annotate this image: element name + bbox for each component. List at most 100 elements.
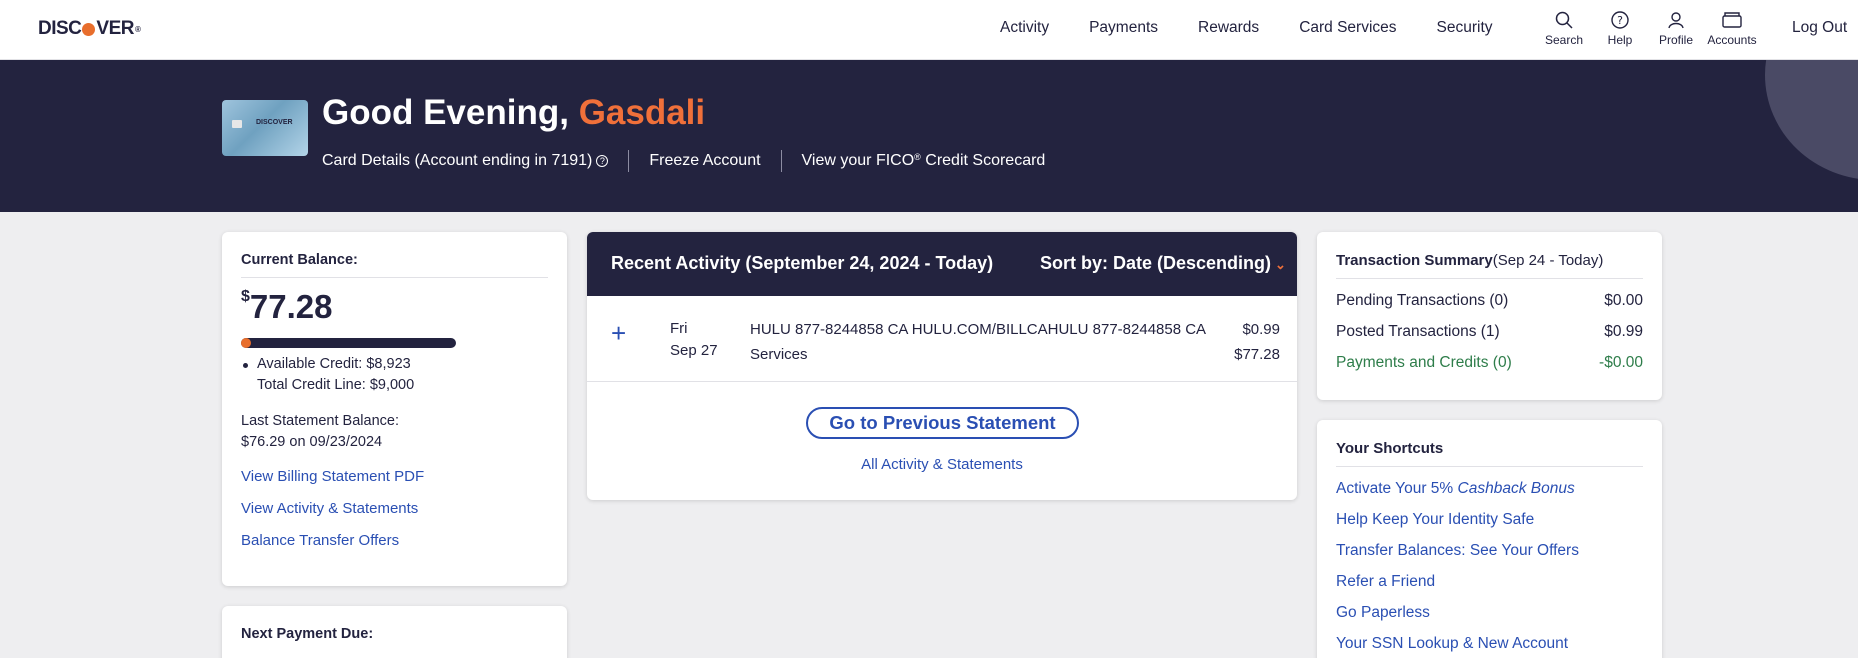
- all-activity-link[interactable]: All Activity & Statements: [861, 456, 1023, 473]
- recent-activity-card: Recent Activity (September 24, 2024 - To…: [587, 232, 1297, 500]
- payments-label: Payments and Credits (0): [1336, 354, 1512, 371]
- discover-logo[interactable]: DISC VER ®: [38, 18, 141, 40]
- sort-label: Sort by: Date (Descending): [1040, 253, 1272, 273]
- card-chip: [232, 120, 242, 128]
- nav-accounts-button[interactable]: Accounts: [1704, 10, 1760, 47]
- posted-transactions-row: Posted Transactions (1) $0.99: [1336, 323, 1643, 341]
- posted-label: Posted Transactions (1): [1336, 323, 1500, 340]
- expand-icon[interactable]: +: [611, 320, 626, 346]
- view-activity-link[interactable]: View Activity & Statements: [241, 500, 548, 517]
- logo-orange-dot: [82, 22, 96, 36]
- nav-help-button[interactable]: ? Help: [1592, 10, 1648, 47]
- freeze-account-link[interactable]: Freeze Account: [649, 152, 760, 170]
- pending-transactions-row: Pending Transactions (0) $0.00: [1336, 292, 1643, 310]
- search-icon: [1555, 11, 1573, 29]
- help-icon: ?: [1611, 11, 1629, 29]
- main-nav-links: Activity Payments Rewards Card Services …: [1000, 19, 1533, 37]
- transaction-description: HULU 877-8244858 CA HULU.COM/BILLCAHULU …: [750, 321, 1206, 363]
- pending-value: $0.00: [1604, 292, 1643, 309]
- shortcut-refer-friend[interactable]: Refer a Friend: [1336, 573, 1643, 591]
- nav-security[interactable]: Security: [1437, 19, 1493, 37]
- fico-prefix: View your FICO: [801, 152, 915, 169]
- total-credit-line: Total Credit Line: $9,000: [257, 377, 415, 393]
- current-balance-amount: $77.28: [241, 288, 548, 326]
- balance-links: View Billing Statement PDF View Activity…: [241, 468, 548, 549]
- chevron-down-icon: ⌄: [1275, 257, 1286, 272]
- last-statement-value: $76.29 on 09/23/2024: [241, 434, 383, 450]
- nav-search-button[interactable]: Search: [1536, 10, 1592, 47]
- banner-decoration: [1765, 60, 1858, 180]
- registered-mark: ®: [914, 152, 921, 162]
- divider: [628, 150, 630, 172]
- greeting-heading: Good Evening, Gasdali: [322, 93, 705, 133]
- logout-button[interactable]: Log Out: [1792, 19, 1847, 37]
- current-balance-label: Current Balance:: [241, 252, 548, 278]
- last-statement: Last Statement Balance: $76.29 on 09/23/…: [241, 411, 548, 453]
- transaction-date: Fri Sep 27: [670, 318, 718, 362]
- fico-suffix: Credit Scorecard: [925, 152, 1046, 169]
- nav-help-label: Help: [1607, 33, 1633, 47]
- customer-name: Gasdali: [578, 93, 706, 132]
- card-details-label: Card Details (Account ending in 7191): [322, 152, 593, 169]
- nav-icon-group: Search ? Help Profile Accounts: [1536, 10, 1760, 47]
- nav-rewards[interactable]: Rewards: [1198, 19, 1259, 37]
- profile-icon: [1668, 12, 1684, 29]
- nav-payments[interactable]: Payments: [1089, 19, 1158, 37]
- transaction-month-day: Sep 27: [670, 342, 718, 359]
- shortcut-ssn-lookup[interactable]: Your SSN Lookup & New Account: [1336, 635, 1643, 653]
- card-logo-text: DISCOVER: [256, 119, 293, 126]
- current-balance-card: Current Balance: $77.28 Available Credit…: [222, 232, 567, 586]
- nav-profile-label: Profile: [1658, 33, 1693, 47]
- previous-statement-button[interactable]: Go to Previous Statement: [806, 407, 1079, 439]
- next-payment-label: Next Payment Due:: [241, 626, 374, 642]
- top-navigation: DISC VER ® Activity Payments Rewards Card …: [0, 0, 1858, 60]
- transaction-amounts: $0.99 $77.28: [1234, 317, 1280, 367]
- billing-statement-pdf-link[interactable]: View Billing Statement PDF: [241, 468, 548, 485]
- payments-credits-row: Payments and Credits (0) -$0.00: [1336, 354, 1643, 372]
- sort-dropdown[interactable]: Sort by: Date (Descending) ⌄: [1040, 253, 1286, 274]
- summary-title-bold: Transaction Summary: [1336, 252, 1493, 269]
- posted-value: $0.99: [1604, 323, 1643, 340]
- transaction-summary-card: Transaction Summary(Sep 24 - Today) Pend…: [1317, 232, 1662, 400]
- nav-profile-button[interactable]: Profile: [1648, 10, 1704, 47]
- credit-usage-bar: [241, 338, 456, 348]
- pending-label: Pending Transactions (0): [1336, 292, 1509, 309]
- nav-card-services[interactable]: Card Services: [1299, 19, 1396, 37]
- shortcut-cashback-bonus[interactable]: Activate Your 5% Cashback Bonus: [1336, 480, 1643, 498]
- credit-usage-fill: [241, 338, 251, 348]
- transaction-summary-title: Transaction Summary(Sep 24 - Today): [1336, 252, 1643, 279]
- balance-transfer-link[interactable]: Balance Transfer Offers: [241, 532, 548, 549]
- running-balance: $77.28: [1234, 346, 1280, 363]
- recent-activity-title: Recent Activity (September 24, 2024 - To…: [611, 253, 994, 273]
- cashback-prefix: Activate Your 5%: [1336, 480, 1454, 497]
- shortcut-transfer-balances[interactable]: Transfer Balances: See Your Offers: [1336, 542, 1643, 560]
- fico-scorecard-link[interactable]: View your FICO® Credit Scorecard: [802, 152, 1046, 170]
- nav-activity[interactable]: Activity: [1000, 19, 1049, 37]
- payments-value: -$0.00: [1599, 354, 1643, 371]
- banner-links: Card Details (Account ending in 7191)? F…: [322, 150, 1045, 172]
- shortcut-go-paperless[interactable]: Go Paperless: [1336, 604, 1643, 622]
- summary-range: (Sep 24 - Today): [1492, 252, 1604, 269]
- divider: [780, 150, 782, 172]
- last-statement-label: Last Statement Balance:: [241, 413, 399, 429]
- transaction-row[interactable]: + Fri Sep 27 HULU 877-8244858 CA HULU.CO…: [587, 296, 1297, 382]
- all-activity-row: All Activity & Statements: [587, 456, 1297, 473]
- cashback-italic: Cashback Bonus: [1457, 480, 1575, 497]
- available-credit: Available Credit: $8,923: [243, 354, 548, 375]
- card-details-link[interactable]: Card Details (Account ending in 7191)?: [322, 152, 609, 170]
- balance-value: 77.28: [249, 288, 333, 325]
- transaction-day: Fri: [670, 320, 688, 337]
- greeting-text: Good Evening,: [322, 93, 569, 132]
- info-icon[interactable]: ?: [596, 154, 609, 167]
- welcome-banner: DISCOVER Good Evening, Gasdali Card Deta…: [0, 60, 1858, 212]
- credit-info-list: Available Credit: $8,923 Total Credit Li…: [241, 354, 548, 396]
- nav-accounts-label: Accounts: [1707, 33, 1757, 47]
- shortcuts-card: Your Shortcuts Activate Your 5% Cashback…: [1317, 420, 1662, 658]
- shortcuts-title: Your Shortcuts: [1336, 440, 1643, 467]
- shortcut-identity[interactable]: Help Keep Your Identity Safe: [1336, 511, 1643, 529]
- transaction-amount: $0.99: [1242, 321, 1280, 338]
- nav-search-label: Search: [1544, 33, 1584, 47]
- accounts-icon: [1722, 12, 1742, 28]
- svg-text:?: ?: [1617, 14, 1623, 27]
- currency-symbol: $: [241, 288, 250, 305]
